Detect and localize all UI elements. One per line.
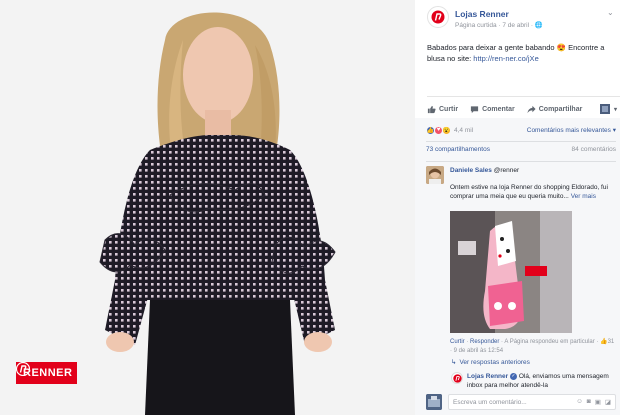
see-more-link[interactable]: Ver mais bbox=[571, 193, 596, 200]
thumbs-up-icon bbox=[427, 105, 436, 113]
comment-author-link[interactable]: Daniele Sales bbox=[450, 167, 492, 174]
comment-meta-text: · A Página respondeu em particular · bbox=[499, 339, 601, 345]
share-button[interactable]: Compartilhar bbox=[527, 105, 583, 114]
renner-logo-badge: RENNER bbox=[16, 362, 77, 384]
post-header: Lojas Renner Página curtida · 7 de abril… bbox=[427, 6, 617, 34]
globe-icon: 🌐 bbox=[534, 22, 543, 29]
comment-body: Daniele Sales @renner Ontem estive na lo… bbox=[450, 166, 616, 201]
comment-icon bbox=[470, 105, 479, 113]
caret-down-icon: ▾ bbox=[613, 106, 617, 113]
post-link[interactable]: http://ren-ner.co/jXe bbox=[473, 54, 538, 63]
comment-reply-link[interactable]: Responder bbox=[470, 339, 499, 345]
comment-photo[interactable] bbox=[450, 211, 572, 333]
post-meta: Página curtida · 7 de abril · 🌐 bbox=[455, 21, 543, 29]
comment-button[interactable]: Comentar bbox=[470, 105, 515, 114]
avatar[interactable] bbox=[426, 166, 444, 184]
stats-row: 73 compartilhamentos 84 comentários bbox=[426, 146, 616, 158]
renner-logo-text: RENNER bbox=[23, 367, 73, 379]
wow-reaction-icon: 😮 bbox=[442, 125, 451, 135]
comments-count: 84 comentários bbox=[571, 146, 616, 153]
emoji-icon[interactable]: ☺ bbox=[576, 398, 583, 406]
post-photo[interactable]: RENNER bbox=[0, 0, 415, 415]
avatar-photo bbox=[426, 166, 444, 184]
share-label: Compartilhar bbox=[538, 105, 583, 113]
composer-tools: ☺ ◙ ▣ ◪ bbox=[576, 398, 611, 406]
renner-logo-icon bbox=[431, 10, 445, 24]
camera-icon[interactable]: ◙ bbox=[587, 398, 591, 406]
chevron-down-icon[interactable]: ⌄ bbox=[607, 8, 617, 18]
post-meta-text: Página curtida · 7 de abril · bbox=[455, 22, 535, 29]
comment-label: Comentar bbox=[482, 105, 515, 113]
gif-icon[interactable]: ▣ bbox=[595, 398, 601, 406]
verified-badge-icon: ✓ bbox=[510, 372, 517, 380]
sticker-icon[interactable]: ◪ bbox=[605, 398, 611, 406]
view-previous-replies-link[interactable]: ↳ Ver respostas anteriores bbox=[451, 358, 530, 367]
profile-picture-icon bbox=[599, 104, 610, 114]
renner-logo-icon bbox=[16, 362, 30, 376]
comment-reaction-count: 31 bbox=[607, 339, 615, 345]
divider bbox=[427, 96, 620, 97]
comment-text: Ontem estive na loja Renner do shopping … bbox=[450, 183, 616, 201]
comment-mention[interactable]: @renner bbox=[494, 167, 519, 174]
comment-meta: Curtir · Responder · A Página respondeu … bbox=[450, 339, 615, 354]
shares-count-link[interactable]: 73 compartilhamentos bbox=[426, 146, 490, 158]
page-name-link[interactable]: Lojas Renner bbox=[455, 9, 509, 19]
socks-photo bbox=[450, 211, 572, 333]
comment-like-thumb-icon: 👍 bbox=[600, 339, 608, 345]
comment-input[interactable]: Escreva um comentário... ☺ ◙ ▣ ◪ bbox=[448, 394, 616, 410]
post-actions: Curtir Comentar Compartilhar ▾ bbox=[427, 101, 617, 117]
like-label: Curtir bbox=[439, 105, 459, 113]
reaction-count[interactable]: 4,4 mil bbox=[454, 127, 473, 134]
comment-like-link[interactable]: Curtir bbox=[450, 339, 465, 345]
user-avatar-photo bbox=[426, 394, 442, 410]
like-button[interactable]: Curtir bbox=[427, 105, 458, 114]
page-avatar[interactable] bbox=[451, 372, 463, 384]
renner-logo-icon bbox=[452, 373, 462, 383]
comment-sort-dropdown[interactable]: Comentários mais relevantes ▾ bbox=[527, 126, 616, 134]
reply-body: Lojas Renner ✓ Olá, enviamos uma mensage… bbox=[467, 372, 617, 390]
divider bbox=[426, 141, 616, 142]
post-message: Babados para deixar a gente babando 😍 En… bbox=[427, 42, 615, 64]
model-photo-illustration bbox=[0, 0, 415, 415]
page-avatar[interactable] bbox=[427, 6, 449, 28]
divider bbox=[426, 161, 616, 162]
share-icon bbox=[527, 105, 536, 113]
reactions-row[interactable]: 👍 ♥ 😮 4,4 mil Comentários mais relevante… bbox=[426, 124, 616, 136]
reply-author-link[interactable]: Lojas Renner bbox=[467, 373, 508, 380]
audience-selector[interactable]: ▾ bbox=[599, 104, 617, 114]
comment-date: · 9 de abril às 12:54 bbox=[450, 348, 504, 354]
comment-input-placeholder: Escreva um comentário... bbox=[453, 398, 527, 406]
avatar bbox=[426, 394, 442, 410]
view-previous-replies-label: Ver respostas anteriores bbox=[459, 358, 530, 366]
comment-composer: Escreva um comentário... ☺ ◙ ▣ ◪ bbox=[426, 392, 616, 412]
reply-arrow-icon: ↳ bbox=[451, 359, 457, 366]
